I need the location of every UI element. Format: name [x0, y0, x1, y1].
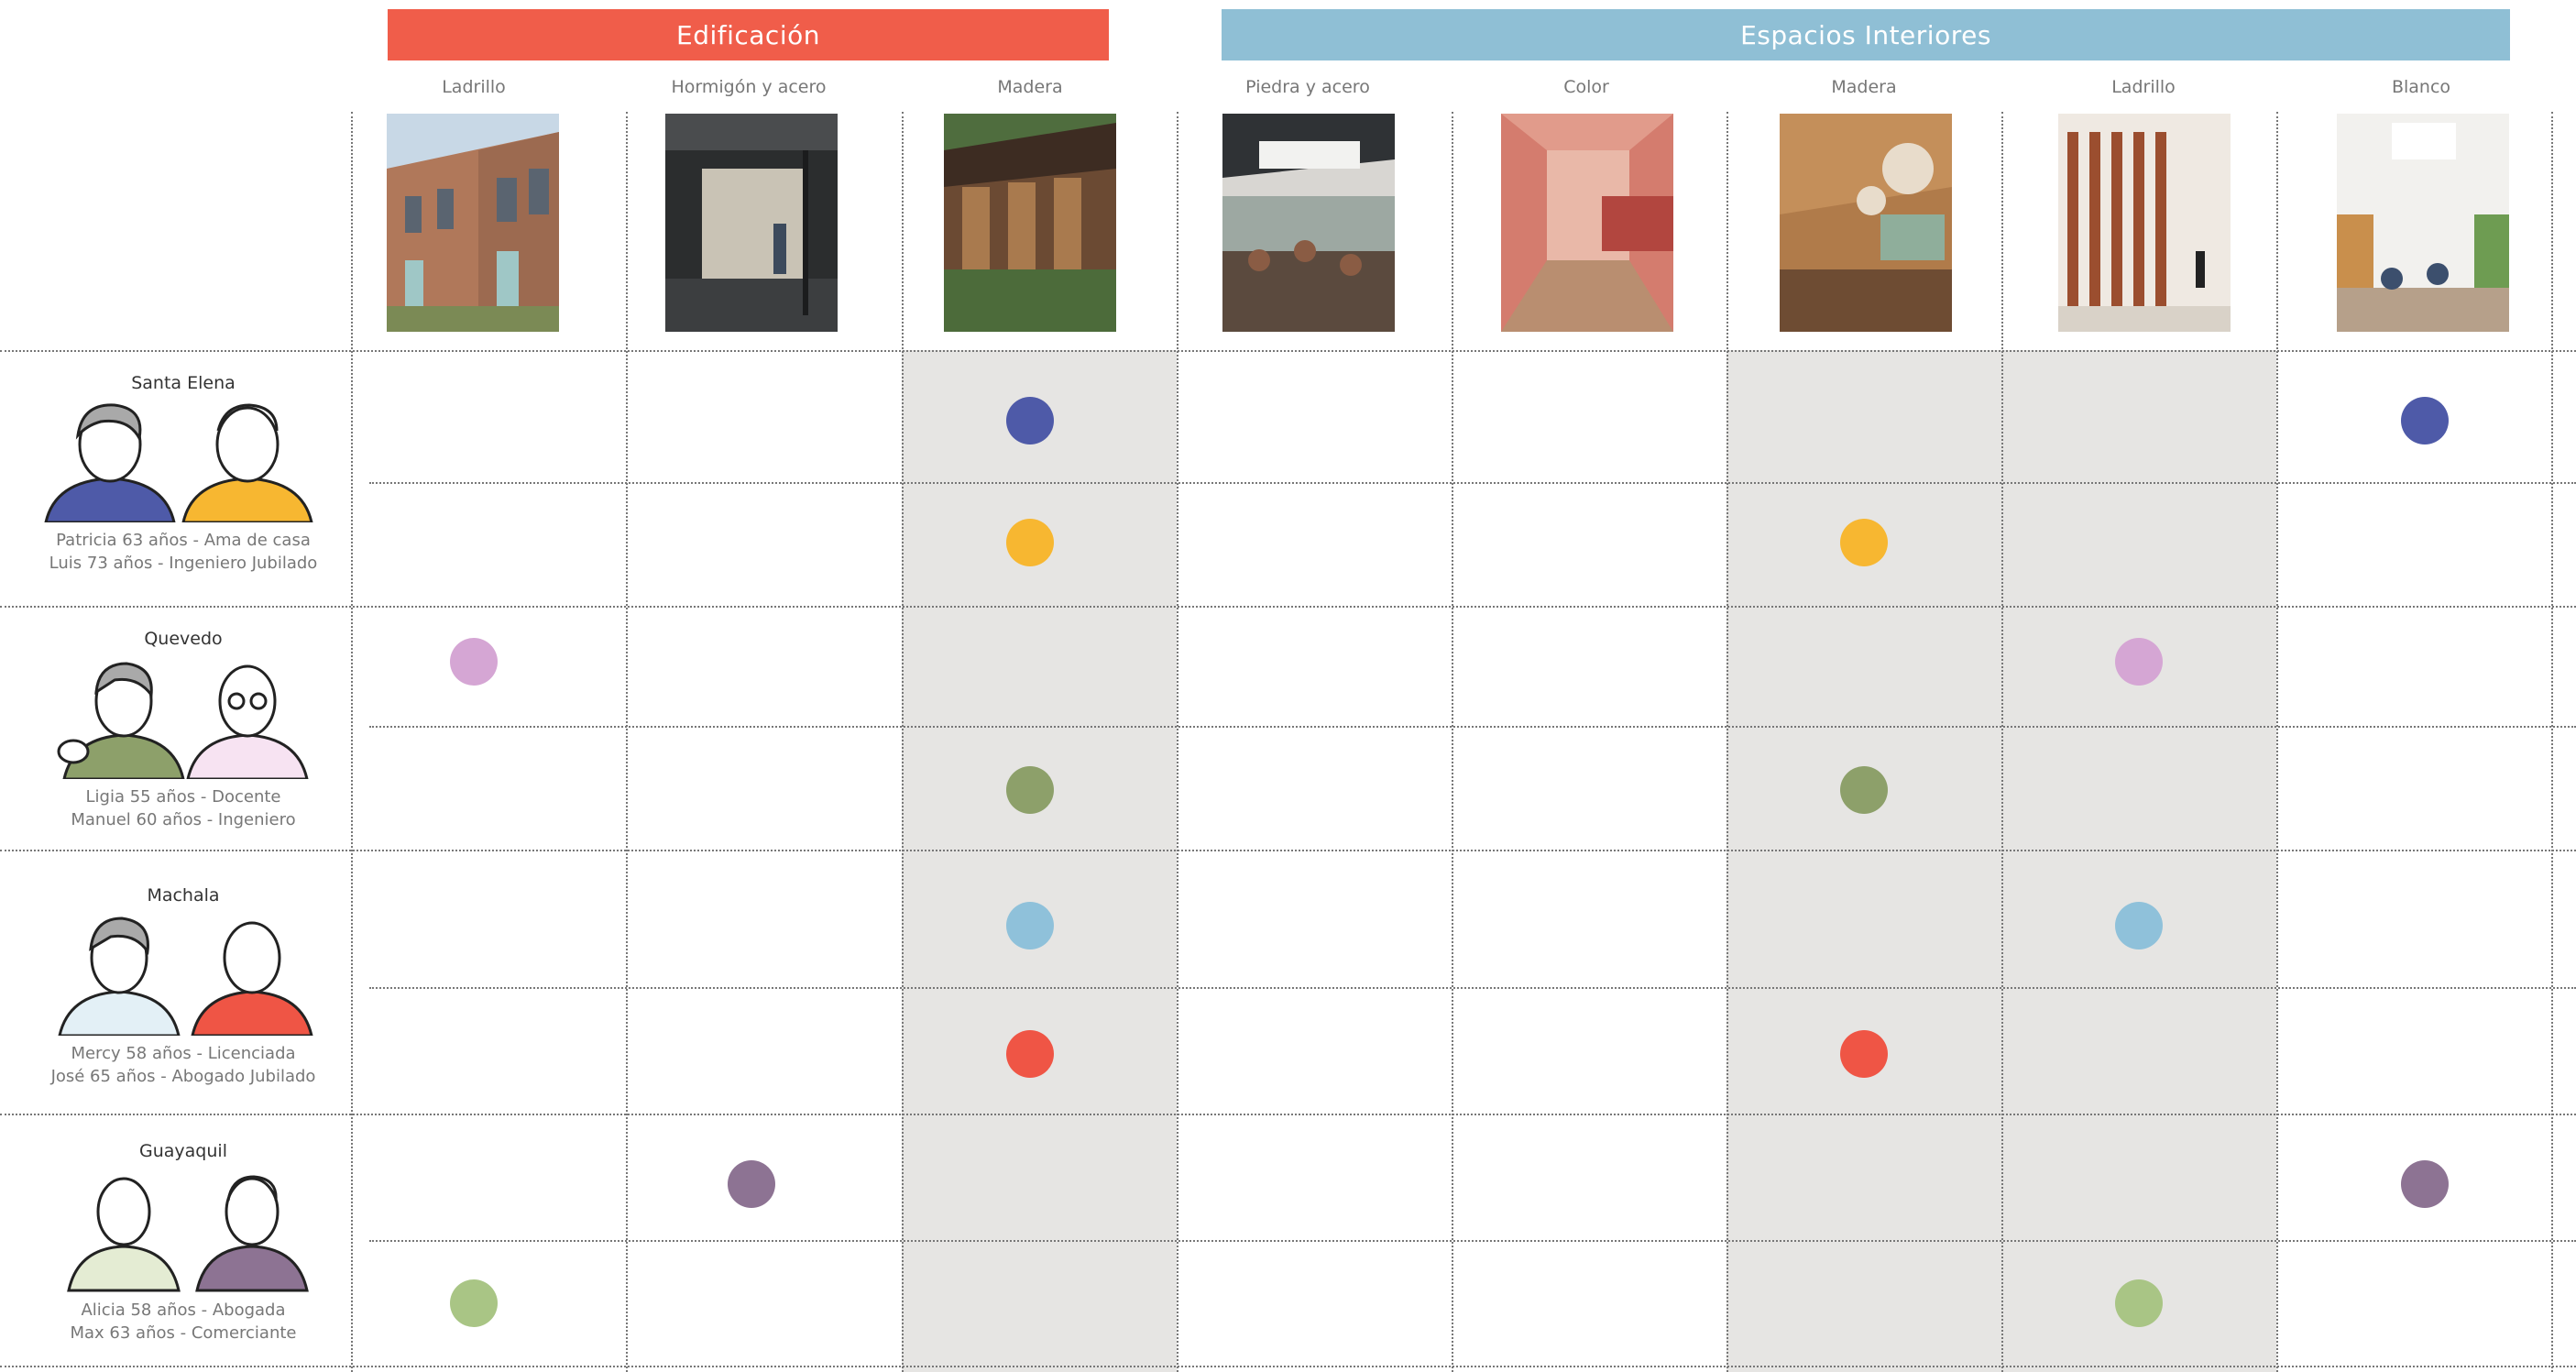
group-name-santa-elena: Santa Elena [131, 373, 236, 393]
caption-line: Max 63 años - Comerciante [70, 1323, 297, 1343]
column-label-madera-interior: Madera [1831, 77, 1897, 97]
caption-line: Patricia 63 años - Ama de casa [56, 531, 311, 550]
photo-brick-building [387, 114, 559, 332]
column-label-color: Color [1563, 77, 1609, 97]
choice-dot-jos-2 [1006, 1030, 1054, 1078]
photo-wood-lounge [1780, 114, 1952, 332]
group-name-quevedo: Quevedo [144, 629, 223, 649]
grid-vline [1452, 112, 1453, 1372]
caption-line: Manuel 60 años - Ingeniero [71, 810, 296, 829]
caption-line: José 65 años - Abogado Jubilado [50, 1067, 316, 1086]
column-label-hormigon: Hormigón y acero [671, 77, 827, 97]
choice-dot-patricia-2 [1006, 397, 1054, 445]
grid-vline [902, 112, 904, 1372]
choice-dot-mercy-2 [1006, 902, 1054, 949]
choice-dot-luis-5 [1840, 519, 1888, 566]
avatar-machala [58, 916, 313, 1036]
photo-timber-building [944, 114, 1116, 332]
grid-vline [1726, 112, 1728, 1372]
grid-vline [2551, 112, 2553, 1372]
grid-vline [1177, 112, 1178, 1372]
choice-dot-ligia-0 [450, 638, 498, 686]
grid-vline [351, 112, 353, 1372]
avatar-guayaquil [67, 1175, 309, 1292]
grid-vline [2276, 112, 2278, 1372]
group-divider [0, 606, 2576, 608]
choice-dot-mercy-6 [2115, 902, 2163, 949]
avatar-santa-elena [44, 403, 313, 522]
header-espacios-interiores: Espacios Interiores [1222, 9, 2510, 60]
avatar-quevedo [57, 662, 309, 779]
column-label-piedra: Piedra y acero [1245, 77, 1370, 97]
grid-vline [2001, 112, 2003, 1372]
photo-concrete-steel-porch [665, 114, 838, 332]
grid-vline [626, 112, 628, 1372]
photo-brick-lattice-hall [2058, 114, 2231, 332]
group-divider [0, 850, 2576, 851]
row-divider [369, 482, 2576, 484]
group-caption-guayaquil: Alicia 58 años - Abogada Max 63 años - C… [0, 1299, 367, 1345]
choice-dot-alicia-1 [728, 1160, 775, 1208]
header-edificacion: Edificación [388, 9, 1109, 60]
column-label-ladrillo: Ladrillo [442, 77, 506, 97]
column-label-madera: Madera [997, 77, 1063, 97]
photo-pink-corridor [1501, 114, 1673, 332]
caption-line: Alicia 58 años - Abogada [81, 1301, 286, 1320]
row-divider [369, 726, 2576, 728]
row-divider [369, 987, 2576, 989]
group-caption-santa-elena: Patricia 63 años - Ama de casa Luis 73 a… [0, 529, 367, 575]
group-caption-machala: Mercy 58 años - Licenciada José 65 años … [0, 1042, 367, 1088]
group-name-machala: Machala [147, 885, 220, 906]
choice-dot-max-0 [450, 1279, 498, 1327]
choice-dot-luis-2 [1006, 519, 1054, 566]
choice-dot-manuel-5 [1840, 766, 1888, 814]
caption-line: Ligia 55 años - Docente [85, 787, 281, 807]
choice-dot-ligia-6 [2115, 638, 2163, 686]
group-divider [0, 1366, 2576, 1367]
caption-line: Luis 73 años - Ingeniero Jubilado [49, 554, 318, 573]
group-caption-quevedo: Ligia 55 años - Docente Manuel 60 años -… [0, 785, 367, 831]
photo-white-atrium [2337, 114, 2509, 332]
choice-dot-alicia-7 [2401, 1160, 2449, 1208]
choice-dot-max-6 [2115, 1279, 2163, 1327]
column-label-blanco: Blanco [2391, 77, 2451, 97]
group-divider [0, 350, 2576, 352]
row-divider [369, 1240, 2576, 1242]
choice-dot-jos-5 [1840, 1030, 1888, 1078]
highlight-column-madera [902, 350, 1177, 1372]
photo-dining-hall [1222, 114, 1395, 332]
group-divider [0, 1114, 2576, 1115]
choice-dot-patricia-7 [2401, 397, 2449, 445]
choice-dot-manuel-2 [1006, 766, 1054, 814]
group-name-guayaquil: Guayaquil [139, 1141, 227, 1161]
column-label-ladrillo-interior: Ladrillo [2111, 77, 2176, 97]
caption-line: Mercy 58 años - Licenciada [71, 1044, 296, 1063]
